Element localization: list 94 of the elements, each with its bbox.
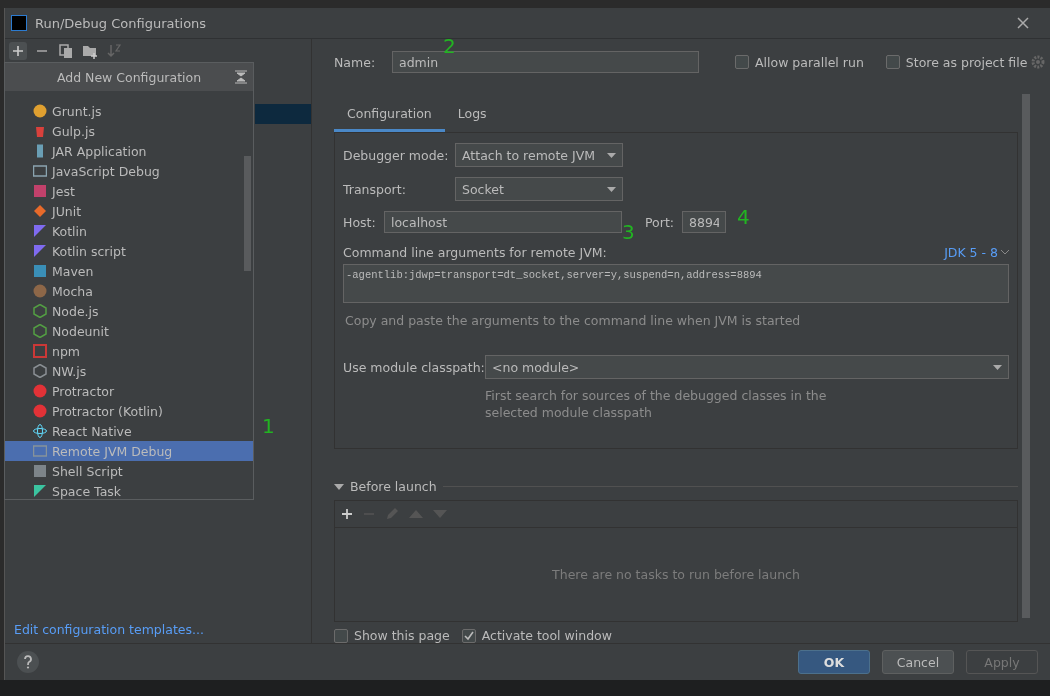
tab[interactable]: Logs [444, 99, 500, 132]
configuration-type-item[interactable]: npm [5, 341, 253, 361]
popup-title: Add New Configuration [56, 69, 202, 85]
jdk-version-link[interactable]: JDK 5 - 8 [944, 245, 1009, 260]
square-icon [33, 464, 47, 478]
annotation-number: 3 [622, 220, 635, 244]
configuration-type-item[interactable]: Gulp.js [5, 121, 253, 141]
configuration-type-item[interactable]: Nodeunit [5, 321, 253, 341]
configuration-type-item[interactable]: Shell Script [5, 461, 253, 481]
scrollbar[interactable] [1022, 94, 1030, 618]
collapse-icon[interactable] [235, 70, 247, 84]
atom-icon [33, 424, 47, 438]
option-checkbox[interactable] [461, 628, 476, 643]
ok-button[interactable]: OK [798, 650, 870, 674]
checkbox-label: Allow parallel run [755, 54, 864, 70]
configuration-type-item[interactable]: Space Task [5, 481, 253, 501]
hint-text: First search for sources of the debugged classes in the selected module classpath [485, 387, 828, 421]
dropdown-arrow-icon [993, 364, 1002, 370]
hexagon-icon [33, 304, 47, 318]
hint-text: Copy and paste the arguments to the command line when JVM is started [344, 313, 802, 328]
configuration-type-item[interactable]: Mocha [5, 281, 253, 301]
close-icon[interactable] [1016, 16, 1030, 30]
circle-icon [33, 384, 47, 398]
field-label: Host: [343, 214, 377, 230]
dropdown-arrow-icon [607, 152, 616, 158]
checkbox-label: Store as project file [905, 54, 1028, 70]
square-icon [33, 264, 47, 278]
question-mark-icon [23, 655, 33, 669]
window-icon [33, 444, 47, 458]
tab[interactable]: Configuration [334, 99, 445, 132]
circle-icon [33, 284, 47, 298]
configuration-type-item[interactable]: Jest [5, 181, 253, 201]
checkbox-label: Show this page [354, 628, 450, 643]
help-button[interactable] [17, 651, 39, 673]
window-icon [33, 164, 47, 178]
settings-icon[interactable] [1031, 55, 1046, 69]
configuration-type-item[interactable]: Protractor (Kotlin) [5, 401, 253, 421]
chevron-icon [1001, 250, 1009, 255]
configuration-type-item[interactable]: JavaScript Debug [5, 161, 253, 181]
option-checkbox[interactable] [334, 628, 348, 643]
name-label: Name: [334, 54, 377, 70]
configuration-type-item[interactable]: Grunt.js [5, 101, 253, 121]
cup-icon [33, 124, 47, 138]
plus-icon [12, 45, 24, 57]
configuration-type-item[interactable]: JUnit [5, 201, 253, 221]
triangle-icon [33, 484, 47, 498]
empty-message: There are no tasks to run before launch [552, 567, 800, 582]
debugger-mode-dropdown[interactable]: Attach to remote JVM [455, 143, 623, 167]
edit-templates-link[interactable]: Edit configuration templates... [5, 622, 311, 643]
add-icon[interactable] [341, 508, 353, 520]
square-icon [33, 184, 47, 198]
expanded-arrow-icon[interactable] [334, 483, 344, 490]
configuration-type-item[interactable]: JAR Application [5, 141, 253, 161]
configuration-type-item[interactable]: Protractor [5, 381, 253, 401]
annotation-number: 1 [262, 414, 275, 438]
pencil-icon[interactable] [385, 507, 399, 521]
field-label: Use module classpath: [343, 359, 485, 375]
scrollbar[interactable] [244, 156, 251, 271]
field-label: Port: [645, 214, 675, 230]
configuration-type-item[interactable]: Node.js [5, 301, 253, 321]
copy-icon[interactable] [57, 42, 75, 60]
diamond-icon [33, 204, 47, 218]
field-label: Transport: [343, 181, 407, 197]
configuration-type-item[interactable]: Kotlin [5, 221, 253, 241]
circle-icon [33, 404, 47, 418]
circle-icon [33, 104, 47, 118]
arguments-field[interactable]: -agentlib:jdwp=transport=dt_socket,server=y,suspend=n,address=8894 [343, 264, 1009, 303]
frame-icon [33, 344, 47, 358]
hexagon-icon [33, 324, 47, 338]
checkbox-label: Activate tool window [481, 628, 612, 643]
window-title: Run/Debug Configurations [35, 15, 208, 31]
module-dropdown[interactable]: <no module> [485, 355, 1009, 379]
annotation-number: 4 [737, 205, 750, 229]
hexagon-icon [33, 364, 47, 378]
add-button[interactable] [9, 42, 27, 60]
allow-parallel-checkbox[interactable] [735, 55, 749, 69]
dialog-button[interactable]: Cancel [882, 650, 954, 674]
store-project-checkbox[interactable] [885, 55, 900, 69]
sort-icon[interactable] [105, 42, 123, 60]
move-down-icon[interactable] [433, 510, 447, 518]
triangle-icon [33, 244, 47, 258]
triangle-icon [33, 224, 47, 238]
configuration-type-item[interactable]: Kotlin script [5, 241, 253, 261]
configuration-type-item[interactable]: NW.js [5, 361, 253, 381]
move-up-icon[interactable] [409, 510, 423, 518]
section-title: Before launch [350, 479, 437, 494]
host-field[interactable]: localhost [384, 211, 622, 233]
dropdown-arrow-icon [607, 186, 616, 192]
configuration-type-item[interactable]: React Native [5, 421, 253, 441]
configuration-type-item[interactable]: Maven [5, 261, 253, 281]
field-label: Command line arguments for remote JVM: [343, 245, 607, 260]
app-logo-icon [11, 15, 27, 31]
transport-dropdown[interactable]: Socket [455, 177, 623, 201]
field-label: Debugger mode: [343, 147, 450, 163]
